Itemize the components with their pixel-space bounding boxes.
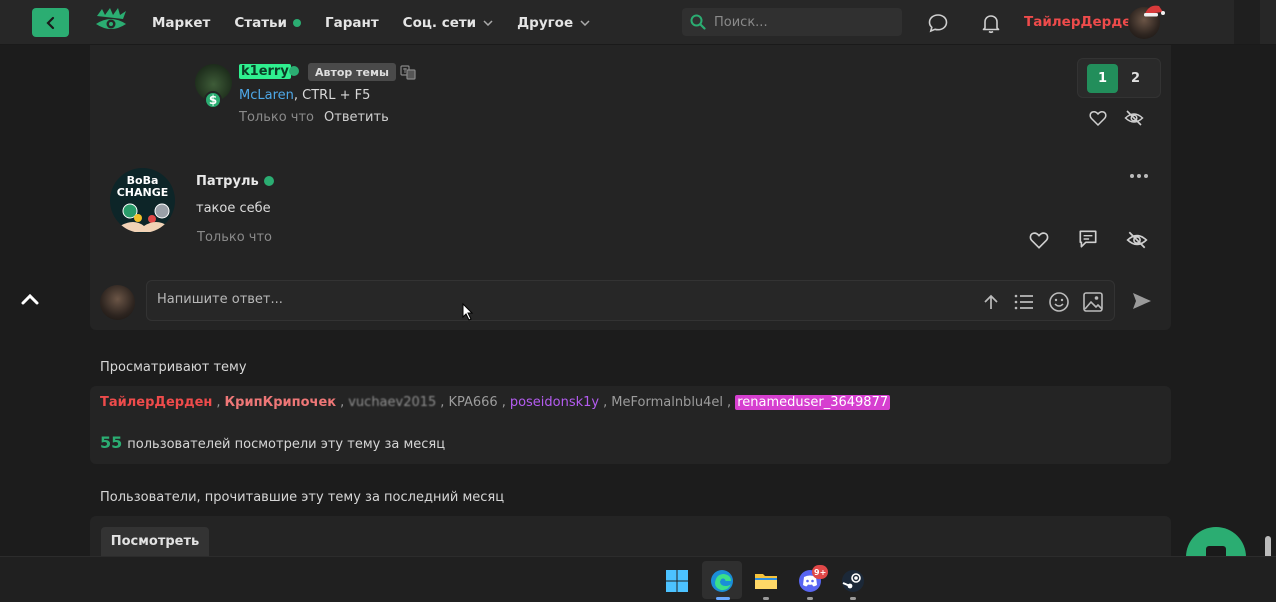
readers-box [90, 516, 1171, 556]
separator: , [501, 395, 506, 410]
separator: , [340, 395, 345, 410]
chat-bubble-icon[interactable] [927, 12, 949, 34]
post-author-name[interactable]: Патруль [196, 174, 259, 189]
separator: , [603, 395, 608, 410]
back-button[interactable] [32, 8, 69, 37]
nav-label: Статьи [234, 14, 288, 31]
top-header: Маркет Статьи Гарант Соц. сети Другое Та… [0, 0, 1276, 45]
views-number: 55 [100, 433, 123, 452]
viewers-list: ТайлерДерден, КрипКрипочек, vuchaev2015,… [100, 395, 891, 410]
pagination: 1 2 [1077, 58, 1161, 98]
reply-input[interactable] [157, 292, 857, 307]
nav-label: Другое [517, 14, 574, 31]
more-options-icon[interactable] [1128, 170, 1150, 182]
monthly-views: 55 пользователей посмотрели эту тему за м… [100, 433, 445, 452]
heart-icon[interactable] [1088, 108, 1108, 128]
reply-time: Только что [239, 110, 315, 125]
post-author-avatar[interactable]: BoBa CHANGE [110, 168, 175, 233]
online-status-dot [289, 66, 299, 76]
hide-eye-icon[interactable] [1124, 108, 1144, 128]
viewer-link[interactable]: poseidonsk1y [510, 395, 599, 410]
separator: , [727, 395, 732, 410]
reply-text: McLaren, CTRL + F5 [239, 88, 370, 103]
nav-label: Гарант [325, 14, 379, 31]
search-box[interactable] [682, 8, 902, 36]
nav-guarantor[interactable]: Гарант [325, 15, 379, 31]
post-time: Только что [197, 230, 273, 245]
nav-articles[interactable]: Статьи [234, 14, 302, 31]
mouse-cursor-icon [462, 303, 474, 321]
viewer-link[interactable]: KPA666 [448, 395, 497, 410]
hide-eye-icon[interactable] [1126, 229, 1148, 251]
mention-link[interactable]: McLaren [239, 88, 294, 103]
emoji-icon[interactable] [1048, 291, 1070, 313]
chevron-down-icon [580, 19, 590, 26]
main-nav: Маркет Статьи Гарант Соц. сети Другое [152, 0, 614, 45]
nav-market[interactable]: Маркет [152, 15, 210, 31]
viewers-title: Просматривают тему [100, 360, 247, 375]
send-icon[interactable] [1131, 290, 1153, 312]
os-taskbar: 9+ [0, 556, 1276, 602]
reply-meta: Только что Ответить [239, 110, 389, 125]
scroll-up-icon[interactable] [20, 292, 40, 306]
santa-hat-icon [1144, 5, 1165, 17]
file-explorer-icon[interactable] [754, 569, 778, 593]
header-extension [1234, 0, 1260, 44]
nav-label: Соц. сети [402, 14, 477, 31]
chevron-down-icon [483, 19, 493, 26]
active-app-indicator [716, 597, 730, 600]
viewer-link[interactable]: MeFormalnblu4el [611, 395, 723, 410]
viewer-link[interactable]: ТайлерДерден [100, 395, 212, 410]
reply-comment-icon[interactable] [1077, 228, 1099, 250]
viewer-link[interactable]: vuchaev2015 [348, 395, 436, 410]
search-icon [690, 14, 706, 30]
translate-icon[interactable] [400, 65, 416, 80]
app-running-indicator [807, 597, 813, 600]
notification-badge: 9+ [812, 565, 829, 579]
nav-label: Маркет [152, 14, 211, 31]
dollar-badge-icon: $ [204, 91, 222, 109]
heart-icon[interactable] [1028, 229, 1050, 251]
nav-social[interactable]: Соц. сети [403, 15, 493, 31]
coins-icon [120, 203, 170, 232]
app-running-indicator [850, 597, 856, 600]
reply-editor[interactable] [146, 280, 1115, 321]
reply-body: , CTRL + F5 [293, 88, 371, 103]
reply-author-name[interactable]: k1erry [239, 64, 291, 79]
list-icon[interactable] [1013, 292, 1035, 312]
nav-other[interactable]: Другое [517, 15, 590, 31]
avatar-text-line2: CHANGE [116, 186, 169, 199]
new-indicator-dot [293, 18, 302, 27]
reply-answer-button[interactable]: Ответить [324, 110, 389, 125]
readers-title: Пользователи, прочитавшие эту тему за по… [100, 490, 505, 505]
separator: , [216, 395, 221, 410]
windows-start-icon[interactable] [665, 569, 689, 593]
views-text: пользователей посмотрели эту тему за мес… [127, 437, 446, 452]
current-username[interactable]: ТайлерДерден [1024, 14, 1141, 30]
topic-author-badge: Автор темы [308, 63, 396, 81]
chevron-left-icon [45, 16, 54, 29]
steam-icon[interactable] [841, 569, 865, 593]
search-input[interactable] [714, 14, 894, 30]
viewer-link[interactable]: renameduser_3649877 [735, 395, 891, 410]
bell-icon[interactable] [980, 12, 1002, 34]
page-1-button[interactable]: 1 [1087, 64, 1118, 93]
post-body: такое себе [196, 201, 271, 216]
online-status-dot [264, 176, 274, 186]
app-running-indicator [763, 597, 769, 600]
arrow-up-icon[interactable] [981, 292, 1001, 312]
image-icon[interactable] [1082, 291, 1104, 313]
viewer-link[interactable]: КрипКрипочек [225, 395, 337, 410]
view-readers-button[interactable]: Посмотреть [101, 527, 209, 556]
editor-user-avatar [100, 285, 135, 320]
edge-browser-icon[interactable] [710, 569, 734, 593]
site-logo-icon[interactable] [93, 6, 129, 38]
separator: , [440, 395, 445, 410]
page-2-button[interactable]: 2 [1120, 64, 1151, 93]
